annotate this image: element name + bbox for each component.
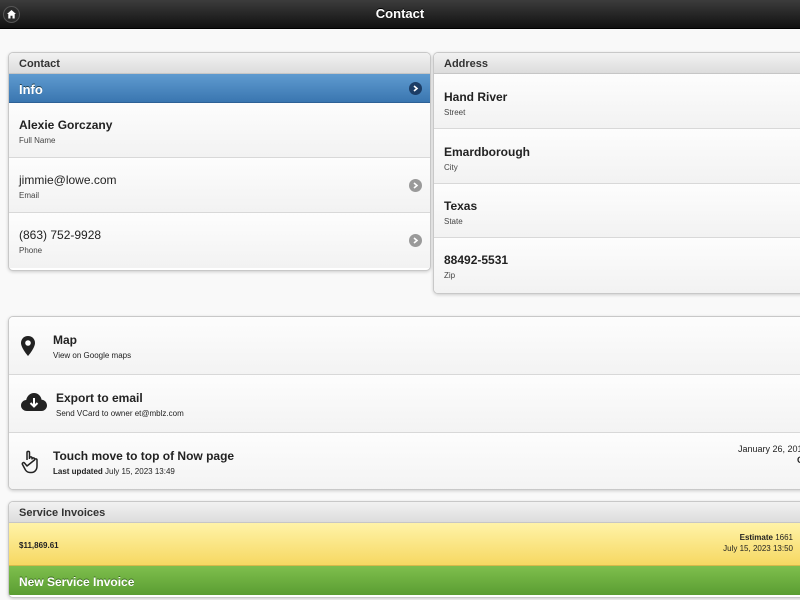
export-title: Export to email — [56, 391, 143, 405]
service-invoices-heading: Service Invoices — [9, 502, 800, 523]
invoice-date: July 15, 2023 13:50 — [723, 544, 793, 553]
chevron-right-icon — [409, 234, 422, 247]
invoice-estimate: Estimate 1661 — [740, 533, 793, 542]
address-card: Address Hand River Street Emardborough C… — [433, 52, 800, 294]
phone-label: Phone — [19, 246, 43, 255]
hand-pointer-icon — [21, 450, 41, 479]
city-value: Emardborough — [444, 145, 530, 159]
service-invoices-card: Service Invoices $11,869.61 Estimate 166… — [8, 501, 800, 598]
estimate-number: 1661 — [775, 533, 793, 542]
map-title: Map — [53, 333, 77, 347]
last-updated-date: July 15, 2023 13:49 — [105, 467, 175, 476]
full-name-value: Alexie Gorczany — [19, 118, 113, 132]
city-label: City — [444, 163, 458, 172]
contact-card: Contact Info Alexie Gorczany Full Name j… — [8, 52, 431, 271]
email-value: jimmie@lowe.com — [19, 173, 117, 187]
full-name-row: Alexie Gorczany Full Name — [9, 103, 430, 158]
touch-row[interactable]: Touch move to top of Now page Last updat… — [9, 433, 800, 489]
invoice-row[interactable]: $11,869.61 Estimate 1661 July 15, 2023 1… — [9, 523, 800, 566]
chevron-right-icon — [409, 179, 422, 192]
last-updated-label: Last updated — [53, 467, 103, 476]
page-title: Contact — [375, 6, 425, 21]
phone-value: (863) 752-9928 — [19, 228, 102, 242]
export-subtitle: Send VCard to owner et@mblz.com — [56, 409, 184, 418]
new-service-invoice-label: New Service Invoice — [19, 575, 135, 589]
map-subtitle: View on Google maps — [53, 351, 132, 360]
zip-label: Zip — [444, 271, 456, 280]
actions-card: Map View on Google maps Export to email … — [8, 316, 800, 490]
zip-row: 88492-5531 Zip — [434, 238, 800, 293]
new-service-invoice-button[interactable]: New Service Invoice — [9, 566, 800, 595]
state-label: State — [444, 217, 463, 226]
top-bar: Contact — [0, 0, 800, 29]
estimate-label: Estimate — [739, 533, 773, 542]
info-label: Info — [19, 82, 43, 97]
touch-subtitle: Last updated July 15, 2023 13:49 — [53, 467, 800, 476]
street-label: Street — [444, 108, 466, 117]
invoice-amount: $11,869.61 — [19, 541, 59, 550]
map-row[interactable]: Map View on Google maps — [9, 317, 800, 375]
street-value: Hand River — [444, 90, 508, 104]
email-label: Email — [19, 191, 40, 200]
contact-heading: Contact — [9, 53, 430, 74]
street-row: Hand River Street — [434, 74, 800, 129]
info-row[interactable]: Info — [9, 74, 430, 103]
cloud-download-icon — [21, 393, 47, 418]
state-row: Texas State — [434, 184, 800, 238]
touch-title: Touch move to top of Now page — [53, 449, 235, 463]
address-heading: Address — [434, 53, 800, 74]
email-row[interactable]: jimmie@lowe.com Email — [9, 158, 430, 213]
touch-right-date: January 26, 201 — [738, 444, 800, 454]
full-name-label: Full Name — [19, 136, 56, 145]
map-pin-icon — [21, 336, 35, 361]
city-row: Emardborough City — [434, 129, 800, 184]
phone-row[interactable]: (863) 752-9928 Phone — [9, 213, 430, 268]
export-row[interactable]: Export to email Send VCard to owner et@m… — [9, 375, 800, 433]
chevron-right-icon — [409, 82, 422, 95]
state-value: Texas — [444, 199, 478, 213]
zip-value: 88492-5531 — [444, 253, 509, 267]
